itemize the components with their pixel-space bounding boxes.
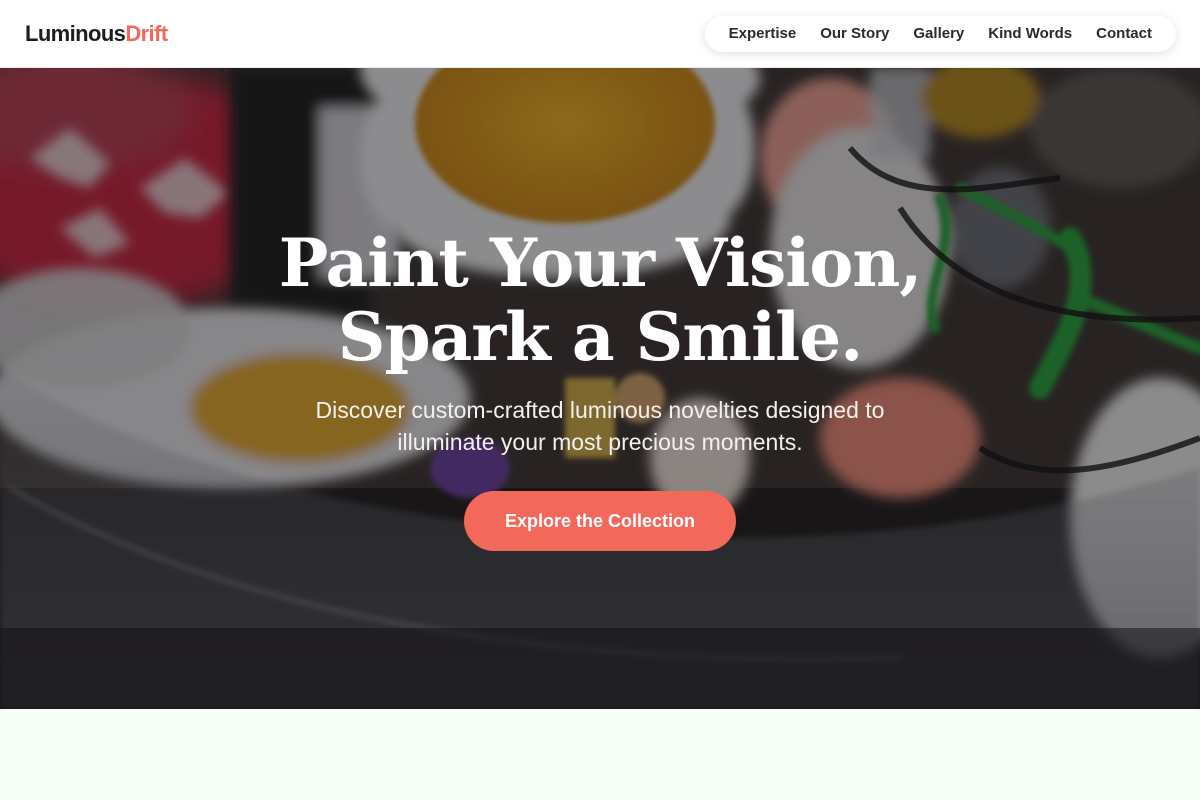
main-nav: Expertise Our Story Gallery Kind Words C… [704,15,1176,52]
nav-link-expertise[interactable]: Expertise [729,25,797,42]
brand-name-accent: Drift [125,20,168,46]
hero-title: Paint Your Vision, Spark a Smile. [200,226,1000,374]
next-section [0,709,1200,800]
brand-name-primary: Luminous [25,20,126,46]
nav-link-kind-words[interactable]: Kind Words [988,25,1072,42]
brand-logo[interactable]: Luminous Drift [25,21,168,47]
site-header: Luminous Drift Expertise Our Story Galler… [0,0,1200,68]
hero-content: Paint Your Vision, Spark a Smile. Discov… [0,68,1200,709]
nav-link-gallery[interactable]: Gallery [913,25,964,42]
nav-link-contact[interactable]: Contact [1096,25,1152,42]
explore-collection-button[interactable]: Explore the Collection [464,491,736,551]
hero-section: Paint Your Vision, Spark a Smile. Discov… [0,68,1200,709]
hero-subtitle: Discover custom-crafted luminous novelti… [315,397,885,455]
hero-title-line-1: Paint Your Vision, [278,224,923,302]
hero-title-line-2: Spark a Smile. [337,298,863,376]
nav-link-our-story[interactable]: Our Story [820,25,889,42]
